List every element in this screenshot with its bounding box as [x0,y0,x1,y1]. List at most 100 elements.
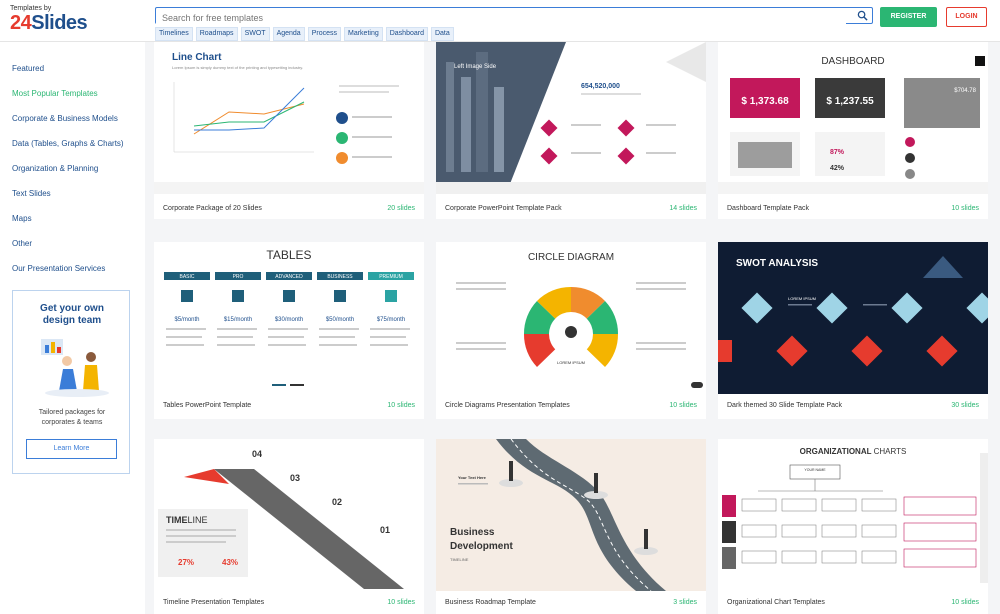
org-heading-1: ORGANIZATIONAL [800,447,872,456]
sidebar-item-services[interactable]: Our Presentation Services [12,264,105,273]
sidebar-item-corporate[interactable]: Corporate & Business Models [12,114,118,123]
roadmap-sub: TIMELINE [450,557,469,562]
search-input[interactable] [156,10,846,26]
timeline-preview: 04 03 02 01 TIMELINE 27% 43% [154,439,424,591]
roadmap-label: Your Text Here [458,475,487,480]
timeline-num-4: 04 [252,449,262,459]
card-slide-count: 3 slides [673,599,697,606]
card-title[interactable]: Timeline Presentation Templates [163,599,264,606]
svg-text:ORGANIZATIONAL CHARTS: ORGANIZATIONAL CHARTS [800,447,907,456]
tag-data[interactable]: Data [430,27,454,41]
thumb-heading: SWOT ANALYSIS [736,258,818,269]
card-title[interactable]: Dashboard Template Pack [727,205,809,212]
sidebar-item-text-slides[interactable]: Text Slides [12,189,51,198]
tag-roadmaps[interactable]: Roadmaps [195,27,238,41]
promo-text-line2: corporates & teams [41,419,103,426]
tables-preview: TABLES BASIC PRO ADVANCED BUSINESS PREMI… [154,242,424,394]
card-title[interactable]: Tables PowerPoint Template [163,402,251,409]
card-title[interactable]: Corporate PowerPoint Template Pack [445,205,562,212]
promo-title: Get your own design team [13,303,131,327]
timeline-num-2: 02 [332,497,342,507]
card-slide-count: 10 slides [387,599,415,606]
tag-agenda[interactable]: Agenda [272,27,305,41]
thumb-center-label: LOREM IPSUM [557,360,585,365]
tag-timelines[interactable]: Timelines [155,27,193,41]
template-card-tables[interactable]: TABLES BASIC PRO ADVANCED BUSINESS PREMI… [154,242,424,419]
promo-title-line2: design team [42,315,102,326]
template-card-corporate-pack[interactable]: Left Image Side 654,520,000 Corporate Po… [436,42,706,219]
card-title[interactable]: Corporate Package of 20 Slides [163,205,262,212]
sidebar-item-organization[interactable]: Organization & Planning [12,164,98,173]
card-thumbnail[interactable]: TABLES BASIC PRO ADVANCED BUSINESS PREMI… [154,242,424,394]
left-image-preview: Left Image Side 654,520,000 [436,42,706,194]
thumb-subheading: Lorem Ipsum is simply dummy text of the … [172,65,303,70]
tag-swot[interactable]: SWOT [240,27,270,41]
table-col-business: BUSINESS [327,274,353,280]
roadmap-heading-1: Business [450,527,495,538]
card-slide-count: 14 slides [669,205,697,212]
sidebar-item-other[interactable]: Other [12,239,32,248]
card-title[interactable]: Dark themed 30 Slide Template Pack [727,402,842,409]
org-top-box: YOUR NAME [804,468,826,472]
register-button[interactable]: REGISTER [880,7,937,27]
timeline-percent-1: 27% [178,558,194,567]
template-card-roadmap[interactable]: Your Text Here Business Development TIME… [436,439,706,614]
card-thumbnail[interactable]: ORGANIZATIONAL CHARTS YOUR NAME [718,439,988,591]
logo-tagline: Templates by [10,5,52,12]
card-slide-count: 10 slides [951,205,979,212]
sidebar-item-featured[interactable]: Featured [12,64,44,73]
template-card-timeline[interactable]: 04 03 02 01 TIMELINE 27% 43% Timeline Pr… [154,439,424,614]
login-button[interactable]: LOGIN [946,7,987,27]
template-card-circle-diagram[interactable]: CIRCLE DIAGRAM LOREM IPSUM Circle Diagra… [436,242,706,419]
template-card-corporate-package[interactable]: Line Chart Lorem Ipsum is simply dummy t… [154,42,424,219]
search-icon[interactable] [857,10,868,21]
table-price-4: $50/month [326,317,354,323]
table-price-5: $75/month [377,317,405,323]
logo-number: 24 [10,12,32,34]
card-thumbnail[interactable]: Left Image Side 654,520,000 [436,42,706,194]
thumb-heading: CIRCLE DIAGRAM [528,252,614,263]
thumb-heading: Line Chart [172,52,222,63]
tag-marketing[interactable]: Marketing [344,27,383,41]
table-price-3: $30/month [275,317,303,323]
site-logo[interactable]: Templates by 24Slides [10,5,90,39]
table-price-2: $15/month [224,317,252,323]
sidebar-item-most-popular[interactable]: Most Popular Templates [12,89,98,98]
team-illustration [41,339,109,397]
thumb-value-1: $ 1,373.68 [741,96,789,107]
timeline-percent-2: 43% [222,558,238,567]
sidebar-item-data[interactable]: Data (Tables, Graphs & Charts) [12,139,124,148]
card-title[interactable]: Business Roadmap Template [445,599,536,606]
table-col-advanced: ADVANCED [275,274,303,280]
sidebar: Featured Most Popular Templates Corporat… [0,42,145,614]
logo-text: Slides [31,12,88,34]
roadmap-preview: Your Text Here Business Development TIME… [436,439,706,591]
card-slide-count: 10 slides [669,402,697,409]
card-thumbnail[interactable]: Line Chart Lorem Ipsum is simply dummy t… [154,42,424,194]
card-title[interactable]: Organizational Chart Templates [727,599,825,606]
card-thumbnail[interactable]: 04 03 02 01 TIMELINE 27% 43% [154,439,424,591]
card-thumbnail[interactable]: Your Text Here Business Development TIME… [436,439,706,591]
thumb-heading: Left Image Side [454,64,497,70]
table-price-1: $5/month [174,317,199,323]
card-title[interactable]: Circle Diagrams Presentation Templates [445,402,570,409]
svg-text:TIMELINE: TIMELINE [166,515,208,525]
card-slide-count: 30 slides [951,402,979,409]
learn-more-button[interactable]: Learn More [26,439,117,459]
card-thumbnail[interactable]: SWOT ANALYSIS LOREM IPSUM [718,242,988,394]
thumb-number: 654,520,000 [581,83,620,90]
line-chart-preview: Line Chart Lorem Ipsum is simply dummy t… [154,42,424,194]
sidebar-item-maps[interactable]: Maps [12,214,32,223]
tag-process[interactable]: Process [307,27,341,41]
timeline-num-3: 03 [290,473,300,483]
template-card-dashboard[interactable]: DASHBOARD $ 1,373.68 $ 1,237.55 $704.78 … [718,42,988,219]
promo-box: Get your own design team Tailored packag… [12,290,130,474]
table-col-premium: PREMIUM [379,274,403,280]
tag-dashboard[interactable]: Dashboard [385,27,428,41]
card-thumbnail[interactable]: CIRCLE DIAGRAM LOREM IPSUM [436,242,706,394]
card-thumbnail[interactable]: DASHBOARD $ 1,373.68 $ 1,237.55 $704.78 … [718,42,988,194]
template-card-org-chart[interactable]: ORGANIZATIONAL CHARTS YOUR NAME Organiza… [718,439,988,614]
swot-preview: SWOT ANALYSIS LOREM IPSUM [718,242,988,394]
template-card-swot[interactable]: SWOT ANALYSIS LOREM IPSUM Dark themed 30… [718,242,988,419]
promo-text-line1: Tailored packages for [38,409,106,416]
